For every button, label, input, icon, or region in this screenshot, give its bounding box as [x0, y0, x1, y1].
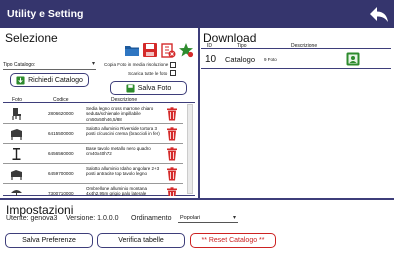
table-header: Foto Codice Descrizione	[3, 96, 195, 103]
column-header-foto: Foto	[12, 97, 23, 103]
salva-preferenze-label: Salva Preferenze	[22, 237, 76, 244]
table-row[interactable]: 7300710000 Ombrellone alluminio montana …	[3, 184, 183, 196]
column-header-descrizione: Descrizione	[111, 97, 138, 103]
catalog-type-value: Tipo Catalogo:	[3, 62, 36, 68]
row-code: 7300710000	[48, 191, 74, 196]
reset-catalogo-label: ** Reset Catalogo **	[201, 237, 265, 244]
row-description: Salotto alluminio Riverside tortora 3 po…	[86, 126, 160, 137]
trash-icon[interactable]	[166, 107, 178, 121]
ordinamento-select[interactable]: Popolari ▾	[178, 213, 238, 223]
download-description: 9 Foto	[264, 57, 277, 62]
row-description: Ombrellone alluminio montana 4x4h2,95m g…	[86, 186, 148, 196]
row-code: 6456560000	[48, 151, 74, 156]
download-row[interactable]: 10 Catalogo 9 Foto	[201, 50, 391, 69]
column-header-tipo: Tipo	[237, 43, 247, 49]
row-code: 6459700000	[48, 171, 74, 176]
umbrella-image	[11, 190, 22, 196]
salva-preferenze-button[interactable]: Salva Preferenze	[5, 233, 93, 248]
page-title: Utility e Setting	[7, 8, 84, 20]
scarica-foto-label: Scarica tutte le foto	[128, 71, 168, 76]
horizontal-divider	[0, 198, 394, 200]
richiedi-catalogo-button[interactable]: Richiedi Catalogo	[10, 73, 89, 87]
copia-foto-label: Copia Foto in media risoluzione	[104, 62, 169, 67]
table-row[interactable]: 6415500000 Salotto alluminio Riverside t…	[3, 124, 183, 144]
copia-foto-checkbox[interactable]	[170, 62, 176, 68]
delete-icon[interactable]	[160, 42, 176, 58]
row-description: Sedia legno cross marrone chiaro seduta/…	[86, 106, 154, 122]
back-arrow-icon[interactable]	[368, 4, 390, 24]
trash-icon[interactable]	[166, 167, 178, 181]
chair-image	[12, 108, 21, 120]
download-icon	[16, 75, 25, 85]
salva-foto-button[interactable]: Salva Foto	[110, 81, 187, 95]
table-row[interactable]: 6456560000 Base tavolo metallo nero quad…	[3, 144, 183, 164]
selezione-title: Selezione	[5, 31, 58, 45]
column-header-descrizione: Descrizione	[291, 43, 318, 49]
verifica-tabelle-label: Verifica tabelle	[118, 237, 164, 244]
sofa-image	[11, 170, 22, 180]
row-description: Base tavolo metallo nero quadro cm40x40h…	[86, 146, 151, 157]
utente-label: Utente: genova3	[6, 215, 58, 222]
download-icon[interactable]	[346, 52, 360, 66]
chevron-down-icon: ▾	[91, 61, 95, 67]
download-table-header: ID Tipo Descrizione	[201, 43, 391, 49]
table-row[interactable]: 6459700000 Salotto alluminio Idaho angol…	[3, 164, 183, 184]
chevron-down-icon: ▾	[232, 215, 236, 221]
trash-icon[interactable]	[166, 187, 178, 196]
trash-icon[interactable]	[166, 127, 178, 141]
column-header-codice: Codice	[53, 97, 69, 103]
richiedi-catalogo-label: Richiedi Catalogo	[28, 76, 83, 84]
download-id: 10	[205, 54, 217, 65]
row-description: Salotto alluminio Idaho angolare 2+3 pos…	[86, 166, 160, 177]
table-base-image	[12, 148, 21, 160]
sofa-image	[11, 129, 22, 140]
versione-label: Versione: 1.0.0.0	[66, 215, 119, 222]
save-icon[interactable]	[142, 42, 158, 58]
row-code: 6415500000	[48, 131, 74, 136]
table-row[interactable]: 2806620000 Sedia legno cross marrone chi…	[3, 104, 183, 124]
scarica-foto-checkbox[interactable]	[170, 70, 176, 76]
catalog-table: Foto Codice Descrizione 2806620000 Sedia…	[3, 96, 195, 196]
column-header-id: ID	[207, 43, 212, 49]
trash-icon[interactable]	[166, 147, 178, 161]
download-tipo: Catalogo	[225, 55, 256, 64]
folder-icon[interactable]	[124, 42, 140, 58]
vertical-divider	[198, 28, 200, 199]
salva-foto-label: Salva Foto	[137, 84, 172, 92]
row-code: 2806620000	[48, 111, 74, 116]
ordinamento-label: Ordinamento	[131, 215, 172, 222]
download-table: ID Tipo Descrizione 10 Catalogo 9 Foto	[201, 43, 391, 70]
verifica-tabelle-button[interactable]: Verifica tabelle	[97, 233, 185, 248]
reset-catalogo-button[interactable]: ** Reset Catalogo **	[190, 233, 276, 248]
star-icon[interactable]	[178, 42, 194, 58]
catalog-type-select[interactable]: Tipo Catalogo: ▾	[3, 60, 96, 70]
ordinamento-value: Popolari	[180, 215, 201, 221]
title-bar: Utility e Setting	[0, 0, 394, 28]
table-scrollbar[interactable]	[187, 104, 193, 194]
save-icon	[126, 83, 135, 93]
